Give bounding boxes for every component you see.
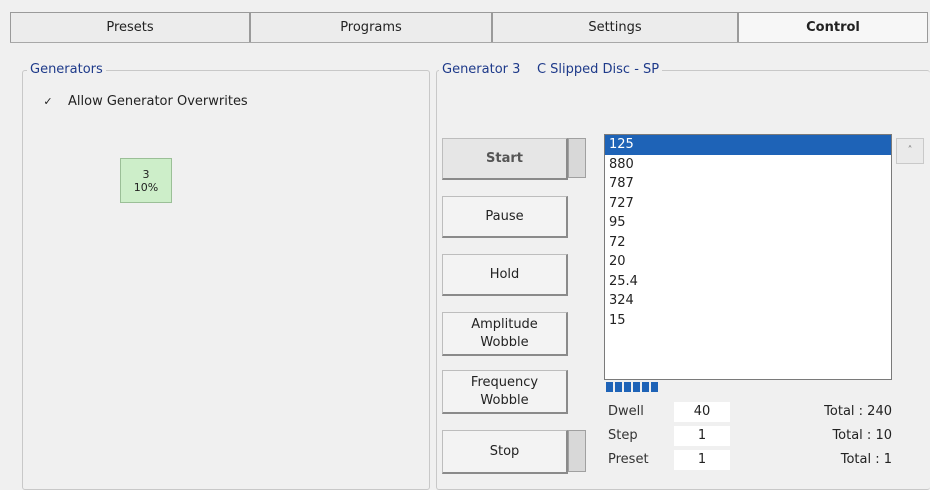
tab-settings[interactable]: Settings bbox=[492, 12, 738, 42]
generator-title: Generator 3 C Slipped Disc - SP bbox=[439, 62, 663, 77]
dwell-total: Total : 240 bbox=[824, 404, 892, 419]
start-indicator bbox=[568, 138, 586, 178]
start-button[interactable]: Start bbox=[442, 138, 568, 180]
progress-segment bbox=[615, 382, 622, 392]
dwell-label: Dwell bbox=[608, 404, 644, 419]
amplitude-wobble-line1: Amplitude bbox=[471, 316, 538, 332]
preset-value: 1 bbox=[674, 450, 730, 470]
step-value: 1 bbox=[674, 426, 730, 446]
frequency-wobble-line1: Frequency bbox=[470, 374, 539, 390]
list-item[interactable]: 727 bbox=[605, 194, 891, 214]
list-item[interactable]: 25.4 bbox=[605, 272, 891, 292]
tab-control[interactable]: Control bbox=[738, 12, 928, 42]
scroll-up-icon[interactable]: ˄ bbox=[896, 138, 924, 164]
generator-number-label: Generator 3 bbox=[442, 62, 521, 77]
allow-overwrites-label: Allow Generator Overwrites bbox=[68, 94, 248, 109]
tab-divider bbox=[10, 42, 928, 43]
tab-programs[interactable]: Programs bbox=[250, 12, 492, 42]
list-item[interactable]: 324 bbox=[605, 291, 891, 311]
list-item[interactable]: 72 bbox=[605, 233, 891, 253]
preset-total: Total : 1 bbox=[840, 452, 892, 467]
list-item[interactable]: 15 bbox=[605, 311, 891, 331]
generator-tile-percent: 10% bbox=[133, 181, 159, 194]
list-item[interactable]: 787 bbox=[605, 174, 891, 194]
generators-group: Generators bbox=[22, 62, 430, 490]
tab-presets[interactable]: Presets bbox=[10, 12, 250, 42]
stop-indicator bbox=[568, 430, 586, 472]
frequency-list[interactable]: 125 880 787 727 95 72 20 25.4 324 15 bbox=[604, 134, 892, 380]
step-label: Step bbox=[608, 428, 638, 443]
step-total: Total : 10 bbox=[832, 428, 892, 443]
preset-label: Preset bbox=[608, 452, 649, 467]
list-item[interactable]: 20 bbox=[605, 252, 891, 272]
frequency-wobble-button[interactable]: Frequency Wobble bbox=[442, 370, 568, 414]
list-item[interactable]: 95 bbox=[605, 213, 891, 233]
generator-tile[interactable]: 3 10% bbox=[120, 158, 172, 203]
program-name-label: C Slipped Disc - SP bbox=[536, 62, 660, 77]
stop-button[interactable]: Stop bbox=[442, 430, 568, 474]
amplitude-wobble-button[interactable]: Amplitude Wobble bbox=[442, 312, 568, 356]
progress-segment bbox=[633, 382, 640, 392]
tab-bar: Presets Programs Settings Control bbox=[10, 12, 928, 42]
checkbox-checked-icon[interactable]: ✓ bbox=[42, 95, 54, 108]
generators-title: Generators bbox=[27, 62, 106, 77]
progress-segment bbox=[651, 382, 658, 392]
pause-button[interactable]: Pause bbox=[442, 196, 568, 238]
hold-button[interactable]: Hold bbox=[442, 254, 568, 296]
frequency-wobble-line2: Wobble bbox=[480, 392, 529, 408]
list-item[interactable]: 125 bbox=[605, 135, 891, 155]
generator-tile-number: 3 bbox=[142, 168, 150, 181]
progress-segment bbox=[642, 382, 649, 392]
dwell-value: 40 bbox=[674, 402, 730, 422]
amplitude-wobble-line2: Wobble bbox=[480, 334, 529, 350]
progress-segment bbox=[606, 382, 613, 392]
list-item[interactable]: 880 bbox=[605, 155, 891, 175]
allow-overwrites-row[interactable]: ✓ Allow Generator Overwrites bbox=[42, 94, 248, 109]
progress-indicator bbox=[606, 382, 660, 392]
progress-segment bbox=[624, 382, 631, 392]
